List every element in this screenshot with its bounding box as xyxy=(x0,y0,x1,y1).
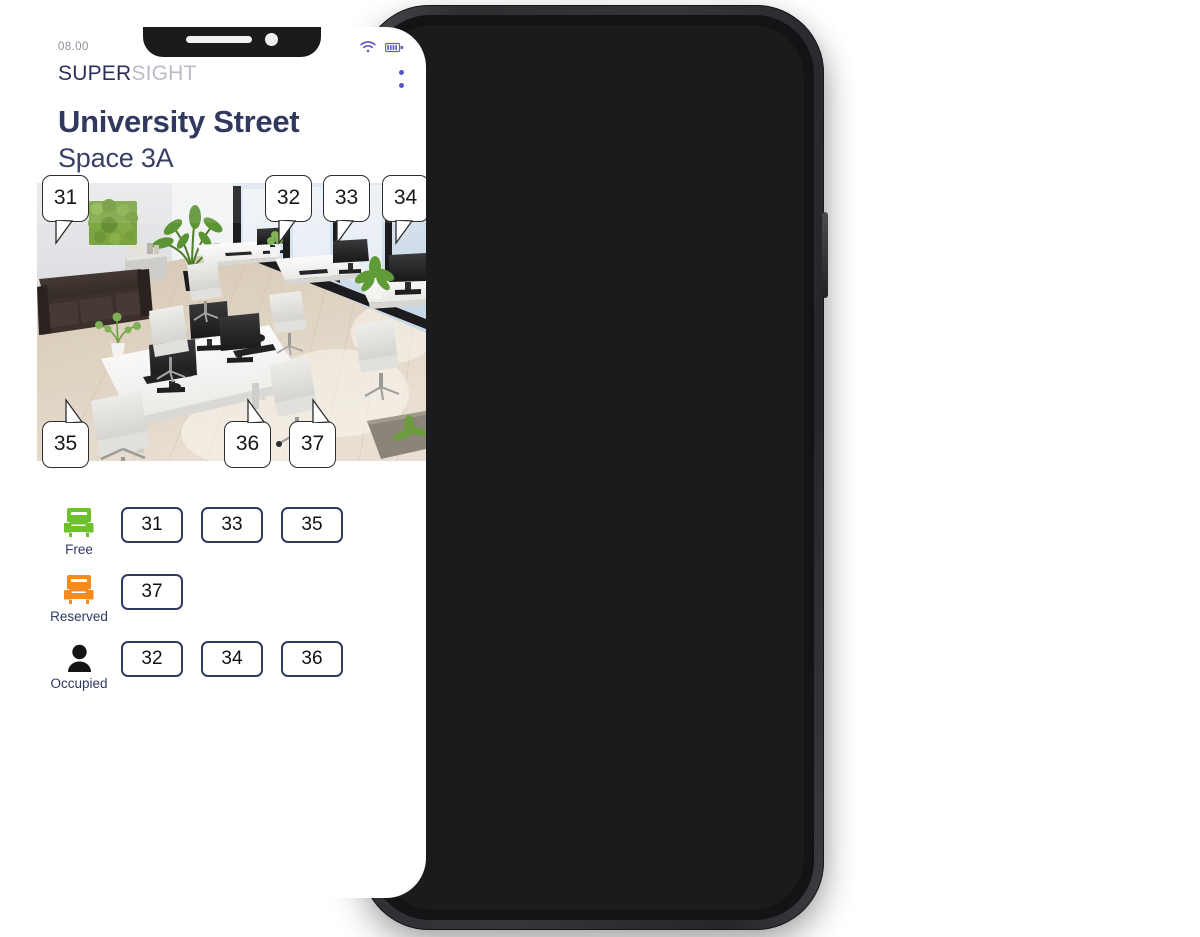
seat-chip-spacer xyxy=(281,574,343,610)
earpiece-speaker xyxy=(185,35,252,43)
person-icon-wrapper xyxy=(66,639,93,673)
seat-chip-31[interactable]: 31 xyxy=(121,506,183,543)
seat-chip-36[interactable]: 36 xyxy=(281,640,343,677)
battery-icon xyxy=(385,42,404,52)
app-header-bar: SUPERSIGHT xyxy=(37,61,426,105)
seat-callout-label: 37 xyxy=(300,432,325,456)
seat-callout-36[interactable]: 36 xyxy=(224,397,271,468)
phone-frame xyxy=(361,5,824,930)
seat-callout-label: 35 xyxy=(53,432,78,456)
legend-key: Occupied xyxy=(37,637,121,691)
status-bar-clock: 08.00 xyxy=(58,41,89,53)
seat-callout-35[interactable]: 35 xyxy=(42,397,89,468)
legend-row-occupied: Occupied 32 34 36 xyxy=(37,637,426,704)
office-photo-illustration xyxy=(37,182,426,461)
seat-chip-group: 32 34 36 xyxy=(121,637,343,677)
seat-chip-group: 31 33 35 xyxy=(121,503,343,543)
front-camera-icon xyxy=(264,32,278,46)
seat-callout-label: 31 xyxy=(53,186,78,210)
seat-callout-31[interactable]: 31 xyxy=(42,174,89,245)
page-subtitle: Space 3A xyxy=(58,142,174,173)
seat-status-legend: Free 31 33 35 Reserved 37 Occupied 32 34 36 xyxy=(37,461,426,704)
legend-key: Reserved xyxy=(37,570,121,624)
kebab-dot xyxy=(399,83,404,88)
legend-status-label: Reserved xyxy=(50,608,108,624)
seat-callout-label: 33 xyxy=(334,186,359,210)
seat-chip-spacer xyxy=(201,574,263,610)
seat-chip-37[interactable]: 37 xyxy=(121,573,183,610)
armchair-icon-wrapper xyxy=(64,505,94,539)
wifi-icon xyxy=(360,41,376,53)
seat-chip-group: 37 xyxy=(121,570,343,610)
legend-status-label: Free xyxy=(65,541,93,557)
seat-chip-32[interactable]: 32 xyxy=(121,640,183,677)
seat-chip-34[interactable]: 34 xyxy=(201,640,263,677)
kebab-dot xyxy=(399,70,404,75)
app-logo: SUPERSIGHT xyxy=(58,61,197,84)
phone-notch xyxy=(142,27,321,57)
seat-callout-37[interactable]: 37 xyxy=(289,397,336,468)
legend-status-label: Occupied xyxy=(50,675,108,691)
page-title: University Street xyxy=(58,104,300,139)
logo-text-super: SUPER xyxy=(58,62,132,85)
seat-callout-33[interactable]: 33 xyxy=(323,174,370,245)
legend-key: Free xyxy=(37,503,121,557)
seat-callout-34[interactable]: 34 xyxy=(382,174,426,245)
seat-callout-32[interactable]: 32 xyxy=(265,174,312,245)
space-photo-section: 31 32 33 34 35 36 37 xyxy=(37,174,426,468)
armchair-icon xyxy=(64,574,94,604)
seat-callout-label: 32 xyxy=(276,186,301,210)
phone-screen: 08.00 SUPERSIGHT University Street Space… xyxy=(37,27,426,898)
phone-bezel xyxy=(381,25,804,910)
legend-row-reserved: Reserved 37 xyxy=(37,570,426,637)
seat-callout-label: 36 xyxy=(235,432,260,456)
armchair-icon-wrapper xyxy=(64,572,94,606)
legend-row-free: Free 31 33 35 xyxy=(37,503,426,570)
screenshot-stage: 08.00 SUPERSIGHT University Street Space… xyxy=(0,0,1200,937)
armchair-icon xyxy=(64,507,94,537)
kebab-menu-icon[interactable] xyxy=(399,61,404,88)
power-button[interactable] xyxy=(822,212,828,298)
office-floor-photo[interactable] xyxy=(37,182,426,461)
seat-chip-33[interactable]: 33 xyxy=(201,506,263,543)
logo-text-sight: SIGHT xyxy=(131,62,197,85)
seat-callout-label: 34 xyxy=(393,186,418,210)
seat-chip-35[interactable]: 35 xyxy=(281,506,343,543)
status-bar-icons xyxy=(360,41,404,53)
person-icon xyxy=(67,644,91,672)
